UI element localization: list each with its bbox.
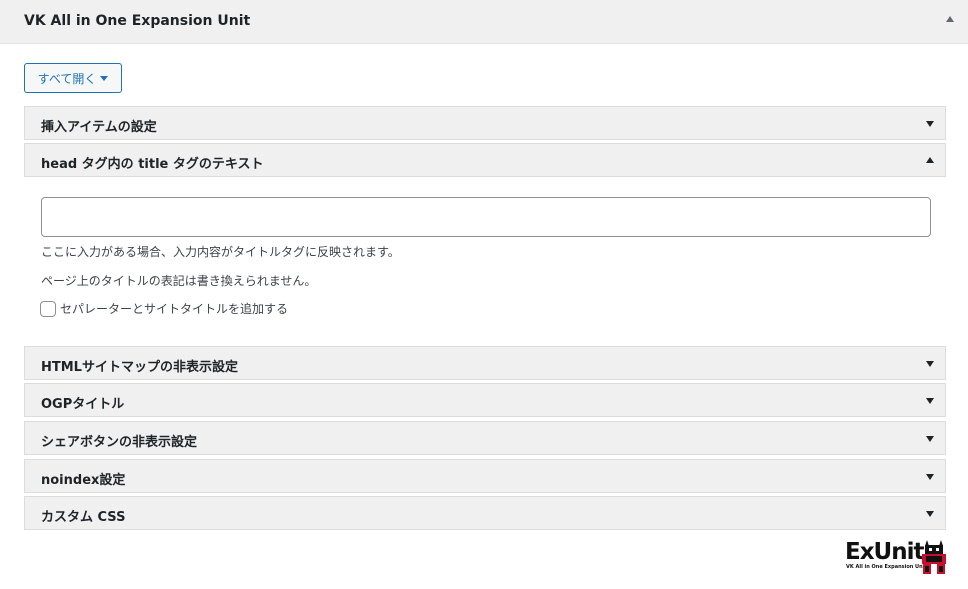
triangle-down-icon — [926, 398, 934, 404]
section-html-sitemap[interactable]: HTMLサイトマップの非表示設定 — [24, 346, 946, 380]
help-text-reflect: ここに入力がある場合、入力内容がタイトルタグに反映されます。 — [41, 245, 400, 259]
title-tag-panel: ここに入力がある場合、入力内容がタイトルタグに反映されます。 ページ上のタイトル… — [24, 178, 946, 342]
exunit-logo: ExUnit VK All in One Expansion Unit — [845, 538, 947, 574]
collapse-metabox-icon[interactable] — [946, 16, 954, 22]
section-label: noindex設定 — [41, 473, 126, 488]
title-tag-input[interactable] — [41, 197, 931, 237]
help-text-not-rewritten: ページ上のタイトルの表記は書き換えられません。 — [41, 274, 317, 288]
section-label: カスタム CSS — [41, 510, 126, 525]
section-ogp-title[interactable]: OGPタイトル — [24, 383, 946, 417]
section-label: HTMLサイトマップの非表示設定 — [41, 360, 238, 375]
caret-down-icon — [100, 76, 109, 81]
section-noindex[interactable]: noindex設定 — [24, 459, 946, 493]
triangle-down-icon — [926, 361, 934, 367]
metabox-header: VK All in One Expansion Unit — [0, 0, 968, 44]
section-label: シェアボタンの非表示設定 — [41, 435, 198, 450]
triangle-up-icon — [926, 157, 934, 163]
expand-all-button[interactable]: すべて開く — [24, 63, 122, 93]
triangle-down-icon — [926, 511, 934, 517]
section-label: 挿入アイテムの設定 — [41, 120, 157, 135]
triangle-down-icon — [926, 121, 934, 127]
triangle-down-icon — [926, 436, 934, 442]
section-head-title-tag[interactable]: head タグ内の title タグのテキスト — [24, 143, 946, 177]
add-separator-checkbox[interactable] — [40, 300, 56, 317]
metabox-title: VK All in One Expansion Unit — [24, 13, 251, 29]
section-share-buttons[interactable]: シェアボタンの非表示設定 — [24, 421, 946, 455]
robot-icon — [922, 540, 946, 574]
triangle-down-icon — [926, 474, 934, 480]
section-label: head タグ内の title タグのテキスト — [41, 157, 264, 172]
separator-checkbox-row[interactable]: セパレーターとサイトタイトルを追加する — [40, 300, 288, 317]
expand-all-label: すべて開く — [37, 71, 97, 86]
section-label: OGPタイトル — [41, 397, 125, 412]
section-custom-css[interactable]: カスタム CSS — [24, 496, 946, 530]
logo-text: ExUnit — [845, 539, 924, 565]
section-insert-items[interactable]: 挿入アイテムの設定 — [24, 106, 946, 140]
logo-subtext: VK All in One Expansion Unit — [846, 564, 927, 570]
add-separator-label[interactable]: セパレーターとサイトタイトルを追加する — [60, 300, 288, 317]
